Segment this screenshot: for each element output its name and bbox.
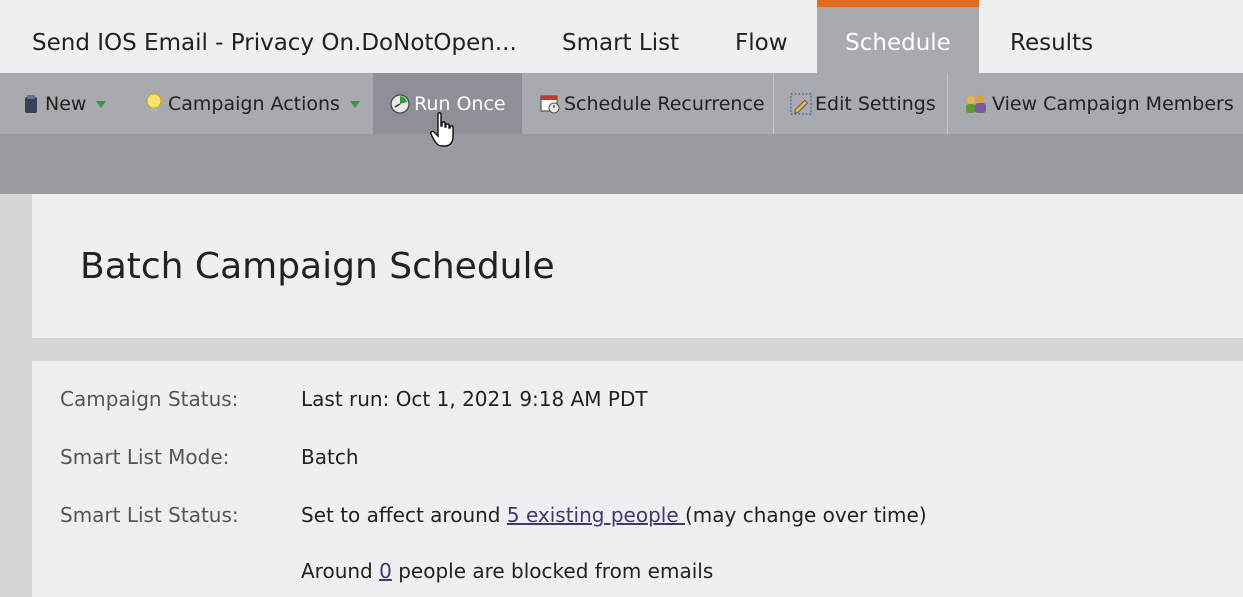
smart-list-status-label: Smart List Status: (60, 503, 239, 527)
panel-gap (32, 338, 1243, 361)
schedule-header-panel: Batch Campaign Schedule (32, 194, 1243, 338)
campaign-actions-button[interactable]: Campaign Actions (143, 73, 360, 134)
schedule-recurrence-button[interactable]: Schedule Recurrence (539, 73, 765, 134)
blocked-suffix: people are blocked from emails (391, 559, 714, 583)
new-dropdown-icon[interactable] (96, 101, 107, 108)
tab-flow[interactable]: Flow (735, 0, 788, 73)
campaign-actions-dropdown-icon[interactable] (349, 101, 360, 108)
new-label: New (45, 92, 87, 115)
tab-campaign-name[interactable]: Send IOS Email - Privacy On.DoNotOpen... (32, 0, 517, 73)
existing-people-link[interactable]: 5 existing people (507, 503, 685, 527)
edit-settings-icon (790, 92, 812, 115)
view-members-icon (963, 93, 989, 115)
view-members-label: View Campaign Members (992, 92, 1234, 115)
campaign-status-label: Campaign Status: (60, 387, 239, 411)
toolbar-divider (947, 73, 948, 134)
run-once-icon (389, 93, 411, 115)
schedule-details-panel: Campaign Status: Last run: Oct 1, 2021 9… (32, 361, 1243, 597)
toolbar-divider (773, 73, 774, 134)
tab-bar: Send IOS Email - Privacy On.DoNotOpen...… (0, 0, 1243, 73)
edit-settings-label: Edit Settings (815, 92, 936, 115)
affect-prefix: Set to affect around (301, 503, 507, 527)
page-title: Batch Campaign Schedule (80, 246, 555, 287)
tab-smart-list[interactable]: Smart List (562, 0, 679, 73)
schedule-recurrence-icon (539, 93, 561, 115)
tab-results[interactable]: Results (1010, 0, 1093, 73)
schedule-recurrence-label: Schedule Recurrence (564, 92, 765, 115)
edit-settings-button[interactable]: Edit Settings (790, 73, 936, 134)
smart-list-mode-value: Batch (301, 445, 359, 469)
tab-schedule[interactable]: Schedule (817, 0, 979, 73)
blocked-count-link[interactable]: 0 (379, 559, 392, 583)
toolbar: New Campaign Actions Run Once Schedule R… (0, 73, 1243, 134)
smart-list-status-value: Set to affect around 5 existing people (… (301, 503, 927, 527)
sub-toolbar (0, 134, 1243, 194)
new-button[interactable]: New (20, 73, 107, 134)
hand-cursor-icon (430, 112, 454, 147)
view-campaign-members-button[interactable]: View Campaign Members (963, 73, 1234, 134)
run-once-label: Run Once (414, 92, 506, 115)
blocked-value: Around 0 people are blocked from emails (301, 559, 713, 583)
new-icon (20, 93, 42, 115)
lightbulb-icon (143, 93, 165, 115)
campaign-status-value: Last run: Oct 1, 2021 9:18 AM PDT (301, 387, 648, 411)
blocked-prefix: Around (301, 559, 380, 583)
left-gutter (0, 194, 32, 597)
smart-list-mode-label: Smart List Mode: (60, 445, 230, 469)
affect-suffix: (may change over time) (684, 503, 927, 527)
campaign-actions-label: Campaign Actions (168, 92, 340, 115)
